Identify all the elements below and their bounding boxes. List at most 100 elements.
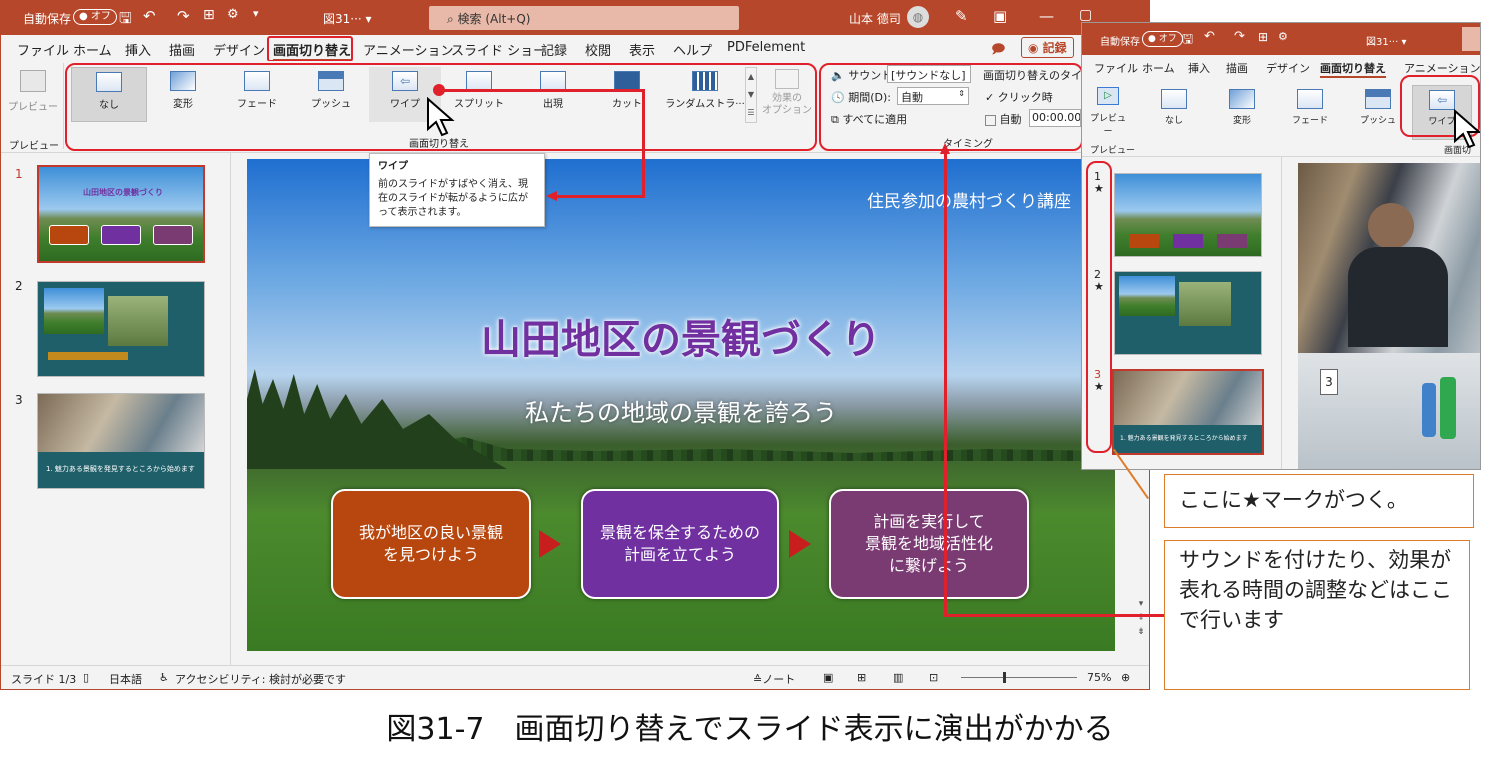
inset-thumb-1[interactable] <box>1114 173 1262 257</box>
tab-home[interactable]: ホーム <box>73 40 112 59</box>
tab-design[interactable]: デザイン <box>213 40 265 59</box>
file-name[interactable]: 図31··· ▾ <box>323 10 372 27</box>
slide-number: 1 <box>15 167 23 181</box>
save-icon[interactable]: 🖫 <box>119 8 132 33</box>
normal-view-icon[interactable]: ▣ <box>823 671 833 684</box>
status-bar: スライド 1/3 ▯ 日本語 ♿ アクセシビリティ: 検討が必要です ≙ノート … <box>1 665 1149 689</box>
slide-number: 3 <box>15 393 23 407</box>
play-icon: ▷ <box>1097 87 1119 105</box>
photo-person <box>1348 247 1448 347</box>
tab-draw[interactable]: 描画 <box>1226 60 1248 76</box>
photo <box>1114 371 1262 425</box>
zoom-level[interactable]: 75% <box>1087 671 1111 684</box>
search-box[interactable]: ⌕ 検索 (Alt+Q) <box>429 6 739 30</box>
ribbon-display-icon[interactable]: ▣ <box>993 7 1007 25</box>
qat-dropdown-icon[interactable]: ▾ <box>253 7 259 20</box>
transition-none[interactable]: なし <box>1142 85 1206 140</box>
maximize-icon[interactable]: ▢ <box>1079 7 1092 23</box>
customize-icon[interactable]: ⚙ <box>1278 30 1288 43</box>
save-icon[interactable]: 🖫 <box>1182 30 1193 52</box>
tab-pdfelement[interactable]: PDFelement <box>727 40 805 55</box>
inset-title-bar: 自動保存 ● オフ 🖫 ↶ ↷ ⊞ ⚙ 図31··· ▾ <box>1082 23 1480 55</box>
zoom-slider-handle[interactable] <box>1003 672 1006 683</box>
inset-thumb-2[interactable] <box>1114 271 1262 355</box>
inset-slides-panel: 1 ★ 2 ★ 3 ★ 1. 魅力ある景観を発見するところから始めます <box>1082 157 1282 469</box>
transition-fade[interactable]: フェード <box>1278 85 1342 140</box>
search-placeholder: 検索 (Alt+Q) <box>457 12 531 26</box>
inset-thumb-3[interactable]: 1. 魅力ある景観を発見するところから始めます <box>1112 369 1264 455</box>
comment-icon[interactable]: 🗩 <box>991 40 1005 62</box>
slide-thumbnail-1[interactable]: 山田地区の景観づくり <box>37 165 205 263</box>
photo <box>38 394 204 452</box>
undo-icon[interactable]: ↶ <box>143 7 156 25</box>
transition-morph[interactable]: 変形 <box>1210 85 1274 140</box>
minimize-icon[interactable]: — <box>1039 7 1054 25</box>
tab-design[interactable]: デザイン <box>1266 60 1310 76</box>
reading-view-icon[interactable]: ▥ <box>893 671 903 684</box>
thumb-box <box>1217 234 1247 248</box>
arrowhead-icon <box>546 191 557 201</box>
present-icon[interactable]: ⊞ <box>203 7 215 23</box>
tab-home[interactable]: ホーム <box>1142 60 1175 76</box>
tab-help[interactable]: ヘルプ <box>673 40 712 59</box>
avatar[interactable]: ◍ <box>907 6 929 28</box>
slideshow-view-icon[interactable]: ⊡ <box>929 671 938 684</box>
tab-transitions[interactable]: 画面切り替え <box>1320 60 1386 78</box>
preview-button[interactable]: プレビュー <box>7 67 59 123</box>
tab-draw[interactable]: 描画 <box>169 40 195 59</box>
callout-timing: サウンドを付けたり、効果が表れる時間の調整などはここで行います <box>1164 540 1470 690</box>
slide-count: スライド 1/3 <box>11 673 77 686</box>
notes-button[interactable]: ≙ノート <box>753 671 795 687</box>
search-icon: ⌕ <box>447 12 458 26</box>
language[interactable]: 日本語 <box>109 671 142 687</box>
none-icon <box>1161 89 1187 109</box>
present-icon[interactable]: ⊞ <box>1258 30 1268 44</box>
tab-record[interactable]: 記録 <box>541 40 567 59</box>
pen-icon[interactable]: ✎ <box>955 7 968 25</box>
preview-label: プレビュー <box>8 102 58 113</box>
file-name[interactable]: 図31··· ▾ <box>1366 33 1406 48</box>
photo-number-card: 3 <box>1320 369 1338 395</box>
photo <box>108 296 168 346</box>
undo-icon[interactable]: ↶ <box>1204 29 1215 44</box>
tab-file[interactable]: ファイル <box>17 40 69 59</box>
fit-slide-icon[interactable]: ⊕ <box>1121 671 1130 684</box>
step-box-2: 景観を保全するための 計画を立てよう <box>581 489 779 599</box>
zoom-slider[interactable] <box>961 677 1077 678</box>
slide-thumbnail-2[interactable] <box>37 281 205 377</box>
tab-animations[interactable]: アニメーション <box>1404 60 1480 76</box>
redo-icon[interactable]: ↷ <box>177 7 190 25</box>
search-box[interactable] <box>1462 27 1480 51</box>
tab-file[interactable]: ファイル <box>1094 60 1138 76</box>
figure-caption: 図31-7 画面切り替えでスライド表示に演出がかかる <box>386 712 1114 747</box>
scroll-controls[interactable]: ▾ ⇞ ⇟ <box>1135 597 1147 643</box>
tab-review[interactable]: 校閲 <box>585 40 611 59</box>
connector-dot <box>433 84 445 96</box>
preview-button[interactable]: ▷ プレビュー <box>1088 85 1128 137</box>
tab-insert[interactable]: 挿入 <box>125 40 151 59</box>
sorter-view-icon[interactable]: ⊞ <box>857 671 866 684</box>
slide-canvas[interactable]: 住民参加の農村づくり講座 山田地区の景観づくり 私たちの地域の景観を誇ろう 我が… <box>247 159 1115 651</box>
slide-title: 山田地区の景観づくり <box>481 317 881 363</box>
autosave-toggle[interactable]: ● オフ <box>73 9 117 25</box>
tab-animations[interactable]: アニメーション <box>363 40 453 59</box>
slide-thumbnail-3[interactable]: 1. 魅力ある景観を発見するところから始めます <box>37 393 205 489</box>
tab-insert[interactable]: 挿入 <box>1188 60 1210 76</box>
menu-bar: ファイル ホーム 挿入 描画 デザイン 画面切り替え アニメーション スライド … <box>1 35 1149 62</box>
user-name: 山本 德司 <box>849 12 901 26</box>
thumb-box <box>49 225 89 245</box>
customize-icon[interactable]: ⚙ <box>227 7 239 22</box>
tooltip: ワイプ 前のスライドがすばやく消え、現在のスライドが転がるように広がって表示され… <box>369 153 545 227</box>
morph-icon <box>1229 89 1255 109</box>
record-button[interactable]: ◉ 記録 <box>1021 37 1074 58</box>
thumb-banner <box>48 352 128 360</box>
tab-view[interactable]: 表示 <box>629 40 655 59</box>
redo-icon[interactable]: ↷ <box>1234 29 1245 44</box>
autosave-toggle[interactable]: ● オフ <box>1142 31 1183 47</box>
inset-slide-photo[interactable]: 3 <box>1298 163 1480 469</box>
inset-ribbon: ▷ プレビュー プレビュー なし 変形 フェード プッシュ ⇦ ワイプ 画面切 <box>1082 75 1480 157</box>
tab-slideshow[interactable]: スライド ショー <box>451 40 546 59</box>
spellcheck-icon[interactable]: ▯ <box>83 671 89 684</box>
ribbon: プレビュー プレビュー なし 変形 フェード プッシュ ⇦ ワイプ スプリット 出… <box>1 61 1149 153</box>
accessibility-status[interactable]: アクセシビリティ: 検討が必要です <box>175 671 346 687</box>
